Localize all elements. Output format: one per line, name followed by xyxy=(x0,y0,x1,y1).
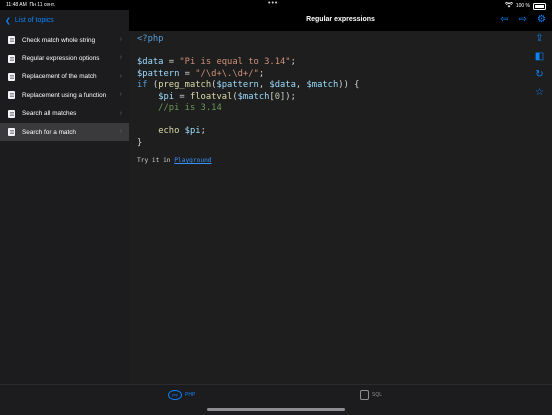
nav-icons: ⇦ ⇨ ⚙ xyxy=(500,14,546,25)
status-date: Пн 11 сент. xyxy=(29,2,56,8)
sidebar-item-label: Replacement of the match xyxy=(22,73,97,81)
code-line-if: if (preg_match($pattern, $data, $match))… xyxy=(137,80,360,90)
try-it-prefix: Try it in xyxy=(137,157,175,164)
battery-icon xyxy=(533,2,546,10)
previous-arrow-icon[interactable]: ⇦ xyxy=(500,14,508,25)
code-line-close: } xyxy=(137,137,143,148)
status-bar: 11:48 AM Пн 11 сент. ••• 100 % xyxy=(0,0,552,10)
code-line-floatval: $pi = floatval($match[0]); xyxy=(158,91,296,102)
home-indicator[interactable] xyxy=(207,408,345,411)
sidebar-item-label: Check match whole string xyxy=(22,36,96,44)
battery-percent: 100 % xyxy=(515,3,530,9)
sync-icon[interactable]: ↻ xyxy=(535,69,543,80)
page-title: Regular expressions xyxy=(306,16,375,23)
document-icon xyxy=(8,72,15,81)
code-line-echo: echo $pi; xyxy=(158,126,206,136)
sidebar-item-search-match[interactable]: Search for a match › xyxy=(0,122,129,142)
document-icon xyxy=(8,128,15,137)
php-icon: php xyxy=(168,390,182,400)
topic-list: Check match whole string › Regular expre… xyxy=(0,31,129,142)
tab-sql-label: SQL xyxy=(372,392,383,398)
multitasking-dots-icon[interactable]: ••• xyxy=(268,0,278,7)
chevron-right-icon: › xyxy=(119,127,122,135)
content-area: Regular expressions ⇦ ⇨ ⚙ <?php $data = … xyxy=(129,10,552,384)
code-line-php-open: <?php xyxy=(137,34,164,44)
sidebar-item-label: Search for a match xyxy=(22,128,76,136)
back-button[interactable]: ❮ List of topics xyxy=(0,10,129,31)
sidebar-item-label: Search all matches xyxy=(22,110,77,118)
code-block: <?php $data = "Pi is equal to 3.14"; $pa… xyxy=(137,34,359,149)
tab-php[interactable]: php PHP xyxy=(168,390,195,400)
chevron-right-icon: › xyxy=(119,109,122,117)
sidebar-item-check-match[interactable]: Check match whole string › xyxy=(0,31,129,49)
chevron-right-icon: › xyxy=(119,91,122,99)
status-right: 100 % xyxy=(504,1,546,10)
code-line-comment: //pi is 3.14 xyxy=(137,103,222,113)
sidebar-item-label: Regular expression options xyxy=(22,55,100,63)
gear-icon[interactable]: ⚙ xyxy=(537,14,546,25)
share-icon[interactable]: ⇪ xyxy=(535,33,543,44)
sidebar-item-search-all[interactable]: Search all matches › xyxy=(0,105,129,123)
tab-php-label: PHP xyxy=(185,392,196,398)
right-toolbar: ⇪ ◧ ↻ ☆ xyxy=(527,31,552,98)
code-line-pattern: $pattern = "/\d+\.\d+/"; xyxy=(137,68,265,79)
database-icon xyxy=(360,390,369,400)
sidebar-item-replacement[interactable]: Replacement of the match › xyxy=(0,68,129,86)
nav-bar: Regular expressions ⇦ ⇨ ⚙ xyxy=(129,10,552,31)
document-icon xyxy=(8,36,15,45)
try-it-line: Try it in Playground xyxy=(137,157,212,164)
chevron-left-icon: ❮ xyxy=(5,17,11,25)
document-icon xyxy=(8,54,15,63)
wifi-icon xyxy=(504,1,513,10)
document-icon xyxy=(8,109,15,118)
playground-link[interactable]: Playground xyxy=(174,157,211,164)
sidebar-item-replacement-function[interactable]: Replacement using a function › xyxy=(0,86,129,104)
chevron-right-icon: › xyxy=(119,54,122,62)
sidebar-item-regex-options[interactable]: Regular expression options › xyxy=(0,49,129,67)
sidebar: ❮ List of topics Check match whole strin… xyxy=(0,10,129,384)
sidebar-item-label: Replacement using a function xyxy=(22,91,107,99)
chevron-right-icon: › xyxy=(119,72,122,80)
status-time: 11:48 AM Пн 11 сент. xyxy=(6,2,55,8)
chevron-right-icon: › xyxy=(119,36,122,43)
code-line-data: $data = "Pi is equal to 3.14"; xyxy=(137,57,296,67)
next-arrow-icon[interactable]: ⇨ xyxy=(519,14,527,25)
tab-sql[interactable]: SQL xyxy=(360,390,382,400)
sidebar-toggle-icon[interactable]: ◧ xyxy=(535,51,544,62)
star-icon[interactable]: ☆ xyxy=(535,87,544,98)
status-time-text: 11:48 AM xyxy=(6,2,27,8)
back-label: List of topics xyxy=(14,17,54,24)
document-icon xyxy=(8,91,15,100)
